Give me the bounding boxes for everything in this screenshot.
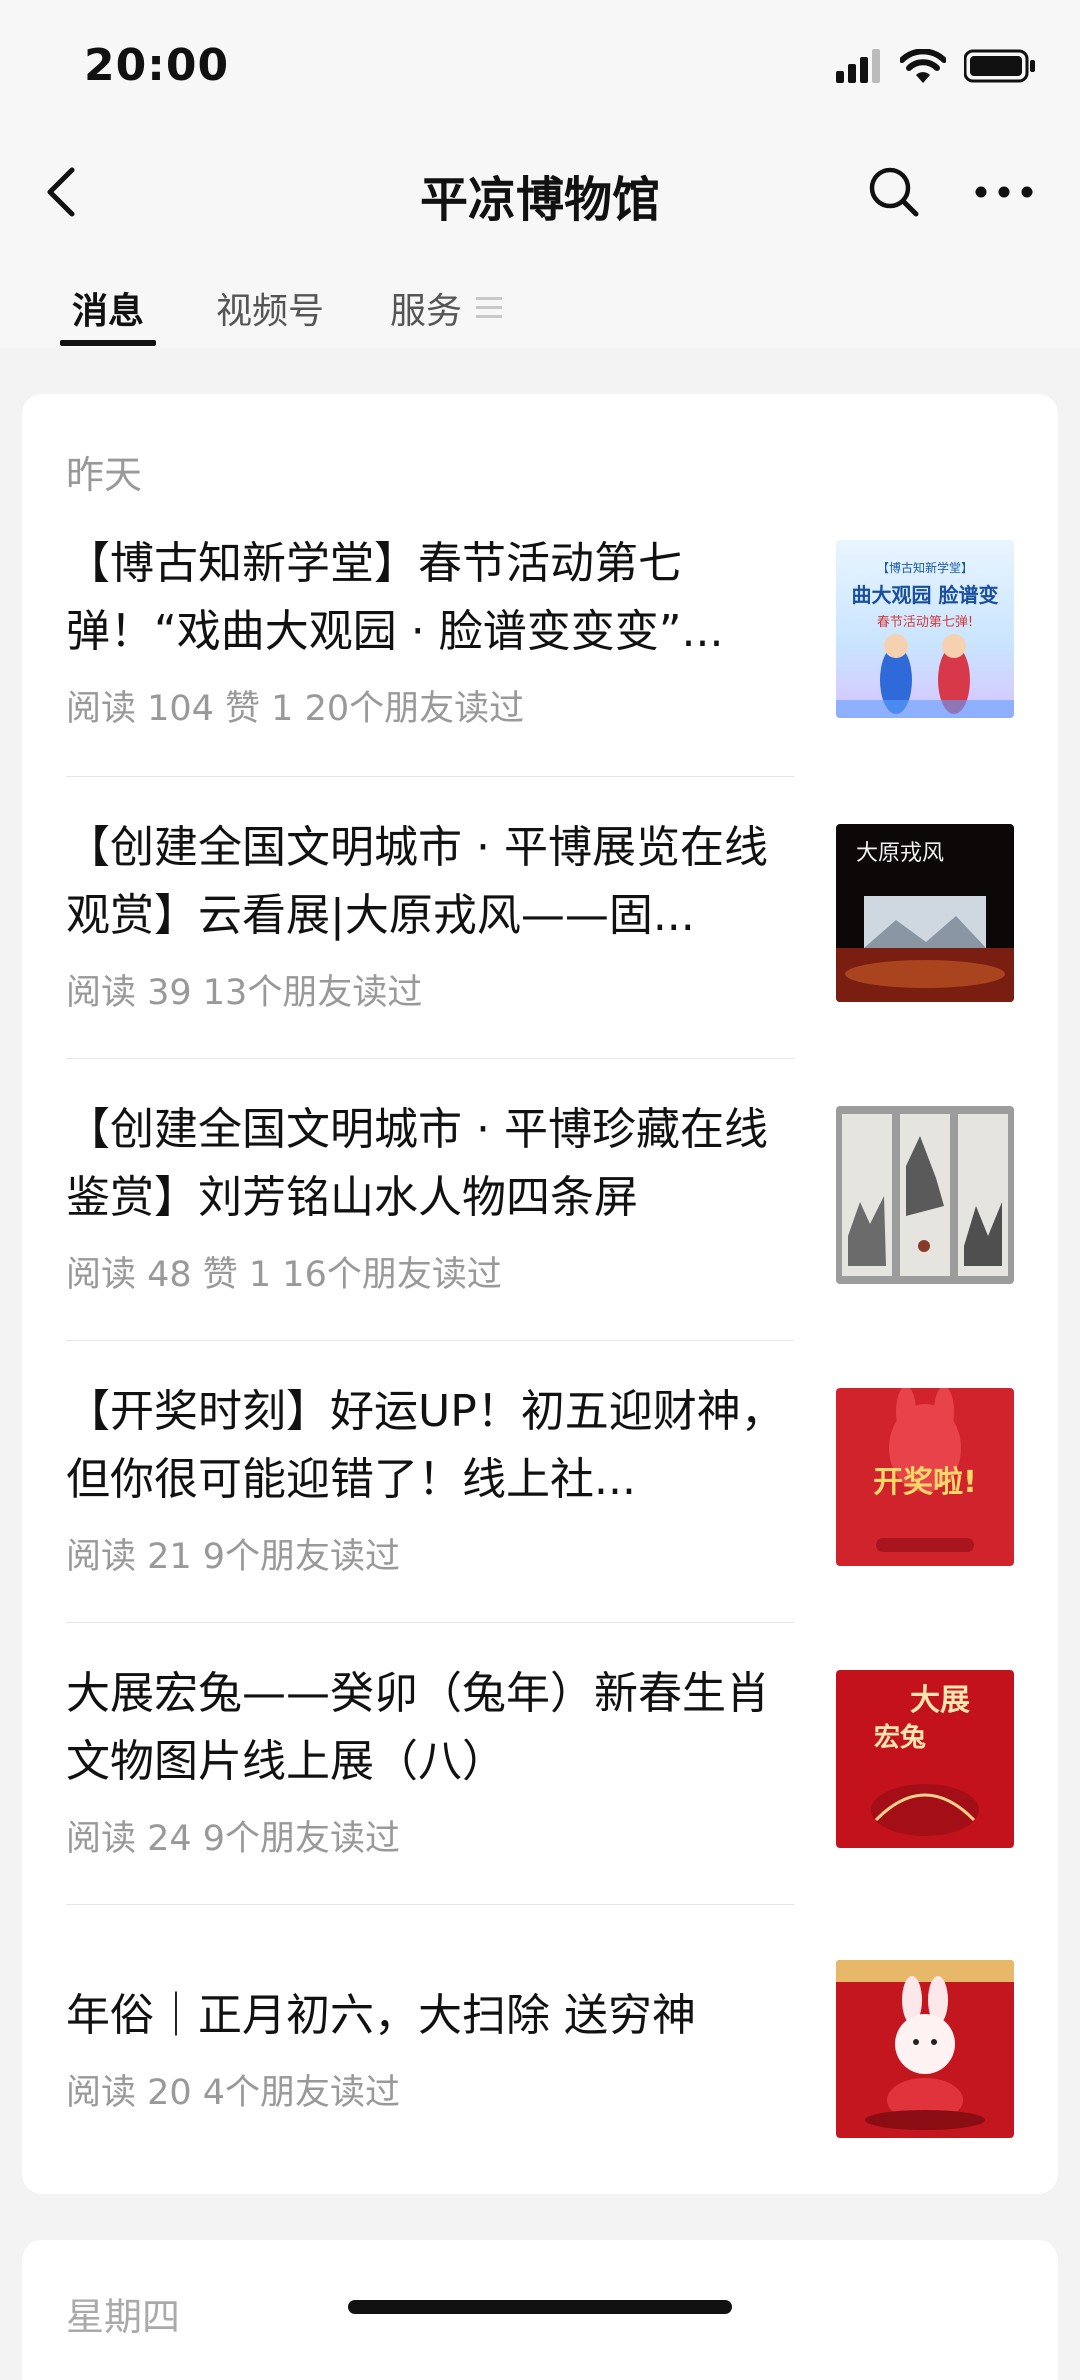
section-date: 星期四 bbox=[66, 2295, 181, 2339]
divider bbox=[66, 776, 794, 777]
divider bbox=[66, 1622, 794, 1623]
article-title: 【创建全国文明城市 · 平博珍藏在线鉴赏】刘芳铭山水人物四条屏 bbox=[66, 1104, 768, 1223]
article-meta: 阅读 104 赞 1 20个朋友读过 bbox=[66, 689, 525, 729]
search-button[interactable] bbox=[866, 164, 922, 220]
svg-text:开奖啦!: 开奖啦! bbox=[873, 1465, 977, 1500]
search-icon bbox=[869, 167, 919, 217]
divider bbox=[66, 1058, 794, 1059]
more-button[interactable] bbox=[972, 172, 1036, 212]
article-meta: 阅读 21 9个朋友读过 bbox=[66, 1537, 401, 1577]
article-title: 大展宏兔——癸卯（兔年）新春生肖文物图片线上展（八） bbox=[66, 1668, 770, 1787]
svg-text:【博古知新学堂】: 【博古知新学堂】 bbox=[877, 560, 973, 575]
article-title: 【创建全国文明城市 · 平博展览在线观赏】云看展|大原戎风——固... bbox=[66, 822, 768, 941]
tab-channels[interactable]: 视频号 bbox=[216, 282, 324, 334]
tab-services[interactable]: 服务 bbox=[390, 282, 462, 334]
divider bbox=[66, 1904, 794, 1905]
tab-active-indicator bbox=[60, 340, 156, 346]
svg-text:大原戎风: 大原戎风 bbox=[856, 841, 944, 866]
svg-text:春节活动第七弹!: 春节活动第七弹! bbox=[877, 615, 973, 630]
svg-text:曲大观园 脸谱变: 曲大观园 脸谱变 bbox=[852, 583, 999, 607]
article-title: 【开奖时刻】好运UP！初五迎财神，但你很可能迎错了！线上社... bbox=[66, 1386, 785, 1505]
divider bbox=[66, 1340, 794, 1341]
home-indicator bbox=[348, 2300, 732, 2314]
tab-bar: 消息 视频号 服务 bbox=[0, 270, 1080, 348]
article-meta: 阅读 48 赞 1 16个朋友读过 bbox=[66, 1255, 502, 1295]
article-thumbnail: 【博古知新学堂】 曲大观园 脸谱变 春节活动第七弹! bbox=[836, 540, 1014, 718]
article-thumbnail: 大展 宏兔 bbox=[836, 1670, 1014, 1848]
article-title: 年俗｜正月初六，大扫除 送穷神 bbox=[66, 1990, 696, 2041]
article-meta: 阅读 24 9个朋友读过 bbox=[66, 1819, 401, 1859]
status-icons bbox=[836, 46, 1036, 86]
svg-text:大展: 大展 bbox=[910, 1683, 970, 1718]
tab-messages[interactable]: 消息 bbox=[72, 282, 144, 334]
signal-icon bbox=[836, 49, 880, 83]
more-icon bbox=[975, 186, 1033, 198]
svg-text:宏兔: 宏兔 bbox=[874, 1722, 926, 1753]
article-thumbnail bbox=[836, 1106, 1014, 1284]
menu-lines-icon bbox=[476, 297, 502, 318]
article-thumbnail bbox=[836, 1960, 1014, 2138]
article-thumbnail: 开奖啦! bbox=[836, 1388, 1014, 1566]
article-meta: 阅读 20 4个朋友读过 bbox=[66, 2073, 401, 2113]
wifi-icon bbox=[900, 49, 946, 83]
section-date: 昨天 bbox=[66, 453, 143, 497]
article-meta: 阅读 39 13个朋友读过 bbox=[66, 973, 423, 1013]
article-title: 【博古知新学堂】春节活动第七弹！“戏曲大观园 · 脸谱变变变”... bbox=[66, 538, 724, 657]
status-time: 20:00 bbox=[84, 40, 230, 91]
article-thumbnail: 大原戎风 bbox=[836, 824, 1014, 1002]
battery-icon bbox=[964, 49, 1035, 83]
